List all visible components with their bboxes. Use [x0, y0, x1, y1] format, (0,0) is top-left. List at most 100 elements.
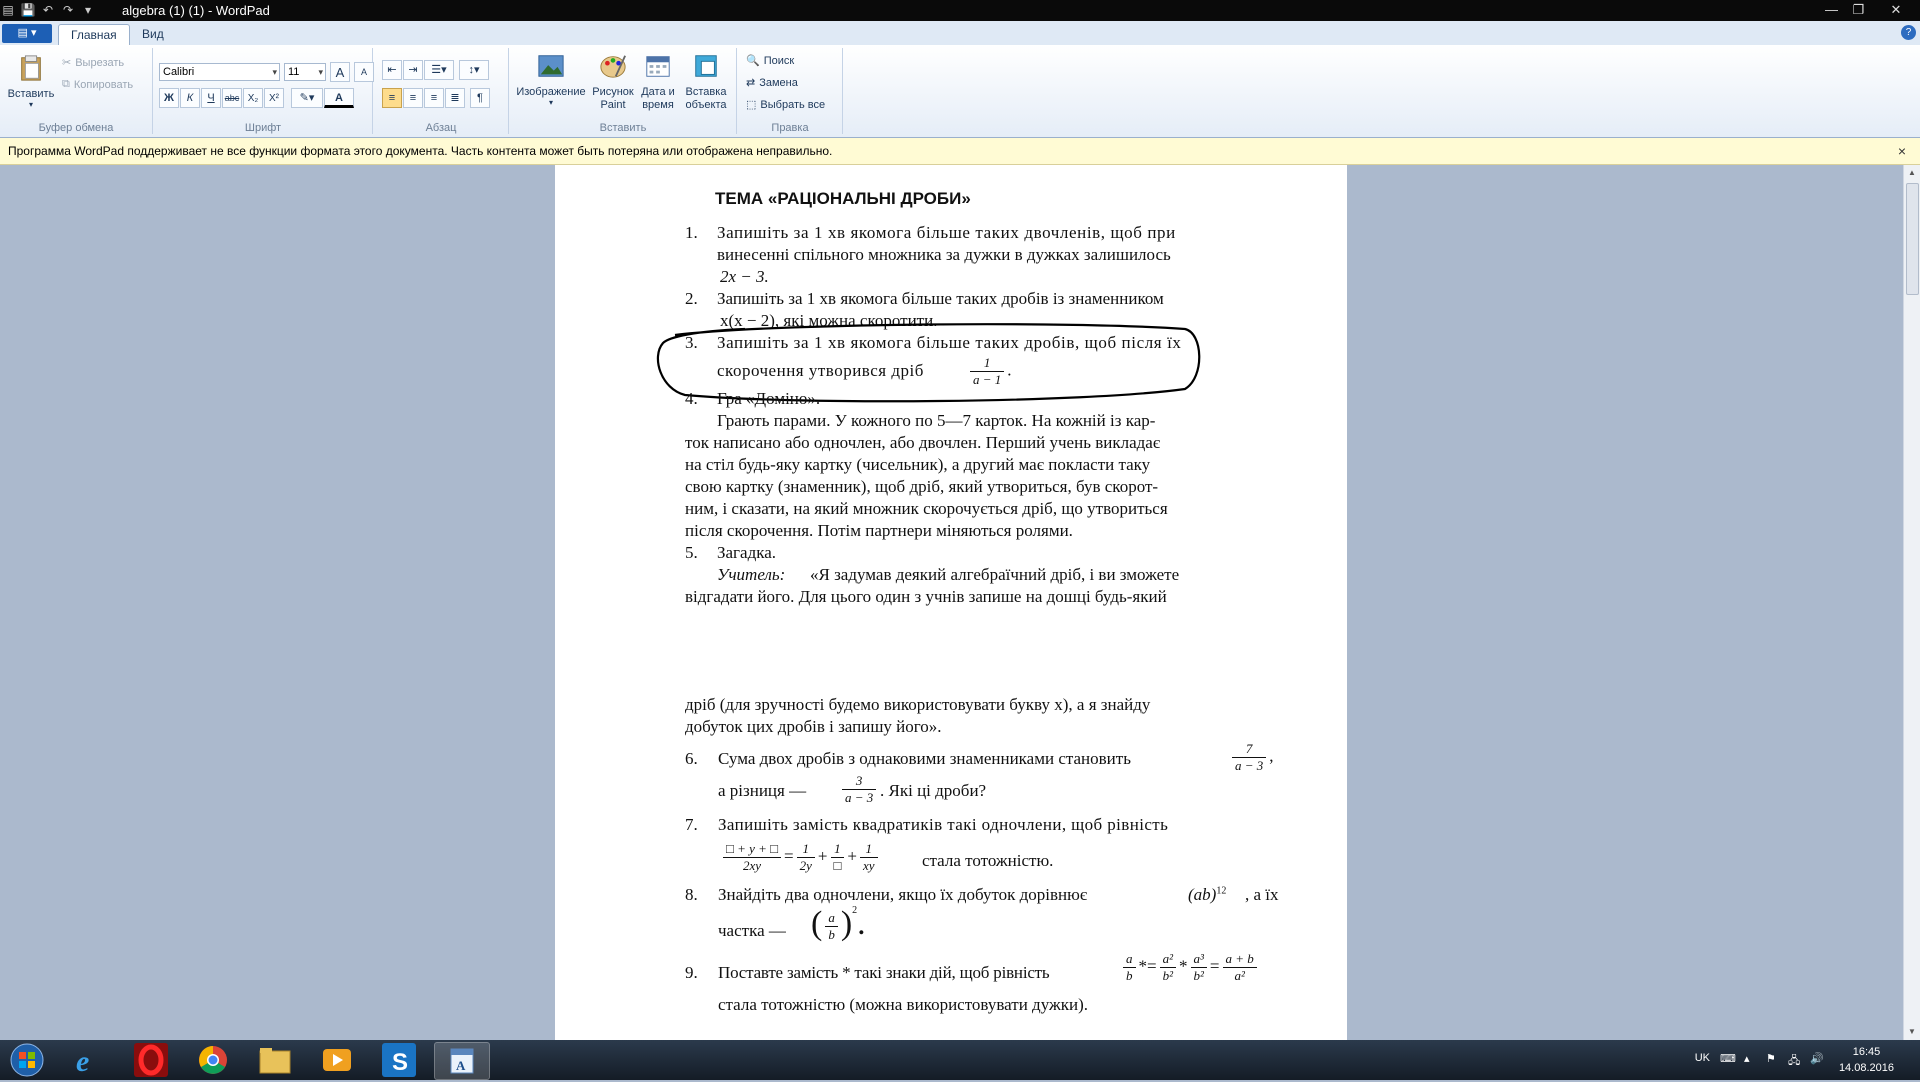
- maximize-button[interactable]: ❐: [1845, 0, 1872, 20]
- file-menu-button[interactable]: ▤ ▾: [2, 24, 52, 43]
- clipboard-group-label: Буфер обмена: [38, 122, 114, 134]
- item-line: винесенні спільного множника за дужки в …: [717, 245, 1171, 264]
- increase-indent-button[interactable]: ⇥: [403, 60, 423, 80]
- internet-explorer-icon: e: [76, 1045, 89, 1078]
- replace-icon: ⇄: [746, 77, 756, 89]
- subscript-button[interactable]: X₂: [243, 88, 263, 108]
- decrease-indent-button[interactable]: ⇤: [382, 60, 402, 80]
- start-button[interactable]: [4, 1041, 50, 1079]
- taskbar-skype[interactable]: S: [372, 1042, 426, 1078]
- justify-button[interactable]: ≣: [445, 88, 465, 108]
- tab-home[interactable]: Главная: [58, 24, 130, 46]
- scroll-up-arrow-icon[interactable]: ▲: [1904, 165, 1920, 181]
- paint-drawing-button[interactable]: Рисунок Paint: [590, 52, 636, 112]
- line-spacing-button[interactable]: ↕▾: [459, 60, 489, 80]
- insert-object-button[interactable]: Вставка объекта: [680, 52, 732, 112]
- find-button[interactable]: 🔍 Поиск: [746, 54, 794, 68]
- fraction-denominator: 2xy: [742, 858, 762, 873]
- strikethrough-button[interactable]: abc: [222, 88, 242, 108]
- fraction-numerator: a: [825, 910, 838, 927]
- vertical-scrollbar[interactable]: ▲ ▼: [1903, 165, 1920, 1040]
- paragraph-settings-button[interactable]: ¶: [470, 88, 490, 108]
- item-line: добуток цих дробів і запишу його».: [685, 717, 942, 736]
- font-size-select[interactable]: 11: [284, 63, 326, 81]
- copy-button[interactable]: ⧉ Копировать: [62, 78, 133, 91]
- language-indicator[interactable]: UK: [1695, 1052, 1710, 1064]
- grow-font-button[interactable]: A: [330, 62, 350, 82]
- superscript-button[interactable]: X²: [264, 88, 284, 108]
- bullets-button[interactable]: ☰▾: [424, 60, 454, 80]
- shrink-font-button[interactable]: A: [354, 62, 374, 82]
- italic-button[interactable]: К: [180, 88, 200, 108]
- scrollbar-thumb[interactable]: [1906, 183, 1919, 295]
- keyboard-icon[interactable]: ⌨: [1720, 1052, 1736, 1066]
- redo-icon[interactable]: ↷: [60, 2, 76, 18]
- fraction-numerator: a²: [1159, 951, 1176, 968]
- customize-quick-access-icon[interactable]: ▾: [80, 2, 96, 18]
- cut-button[interactable]: ✂ Вырезать: [62, 56, 124, 70]
- taskbar-ie[interactable]: e: [62, 1042, 116, 1078]
- copy-label: Копировать: [73, 78, 134, 91]
- network-icon[interactable]: 🖧: [1788, 1052, 1802, 1067]
- align-left-icon: ≡: [388, 92, 396, 104]
- paint-palette-icon: [600, 55, 626, 78]
- scissors-icon: ✂: [62, 57, 72, 69]
- taskbar-opera[interactable]: [124, 1042, 178, 1078]
- close-button[interactable]: ✕: [1872, 0, 1920, 20]
- select-all-button[interactable]: ⬚ Выбрать все: [746, 98, 825, 112]
- document-workspace: ТЕМА «РАЦІОНАЛЬНІ ДРОБИ» 1. Запишіть за …: [0, 165, 1904, 1040]
- select-all-icon: ⬚: [746, 99, 757, 111]
- align-left-button[interactable]: ≡: [382, 88, 402, 108]
- tab-view[interactable]: Вид: [130, 24, 176, 45]
- paste-label: Вставить: [7, 88, 55, 100]
- skype-icon: S: [382, 1043, 416, 1077]
- taskbar-explorer[interactable]: [248, 1042, 302, 1078]
- help-icon[interactable]: ?: [1901, 25, 1916, 40]
- ribbon: Вставить ▾ ✂ Вырезать ⧉ Копировать Буфер о…: [0, 45, 1920, 138]
- document-page[interactable]: ТЕМА «РАЦІОНАЛЬНІ ДРОБИ» 1. Запишіть за …: [555, 165, 1347, 1040]
- date-time-button[interactable]: Дата и время: [638, 52, 678, 112]
- text-color-button[interactable]: A: [324, 88, 354, 108]
- chrome-icon: [199, 1046, 227, 1074]
- item-number: 2.: [685, 289, 698, 308]
- align-center-button[interactable]: ≡: [403, 88, 423, 108]
- scroll-down-arrow-icon[interactable]: ▼: [1904, 1024, 1920, 1040]
- date-time-label: Дата и время: [641, 86, 675, 111]
- fraction-denominator: a²: [1234, 968, 1245, 983]
- item-number: 1.: [685, 223, 698, 242]
- show-hidden-icons-icon[interactable]: ▴: [1744, 1052, 1758, 1066]
- text-color-icon: A: [335, 92, 343, 104]
- taskbar-media-player[interactable]: [310, 1042, 364, 1078]
- font-family-select[interactable]: Calibri: [159, 63, 280, 81]
- power-expression: (ab)12: [1188, 885, 1226, 905]
- item-line: Сума двох дробів з однаковими знаменника…: [718, 749, 1131, 768]
- fraction-denominator: 2y: [799, 858, 812, 873]
- undo-icon[interactable]: ↶: [40, 2, 56, 18]
- underline-button[interactable]: Ч: [201, 88, 221, 108]
- highlight-color-button[interactable]: ✎▾: [291, 88, 323, 108]
- taskbar-chrome[interactable]: [186, 1042, 240, 1078]
- calendar-icon: [646, 56, 670, 77]
- align-right-button[interactable]: ≡: [424, 88, 444, 108]
- replace-button[interactable]: ⇄ Замена: [746, 76, 798, 90]
- svg-text:S: S: [392, 1049, 408, 1076]
- wordpad-icon: A: [450, 1048, 474, 1074]
- minimize-button[interactable]: —: [1818, 0, 1845, 20]
- action-center-flag-icon[interactable]: ⚑: [1766, 1052, 1780, 1066]
- info-bar-close-button[interactable]: ×: [1898, 138, 1906, 164]
- paint-drawing-label: Рисунок Paint: [592, 86, 634, 111]
- item-line: Запишіть за 1 хв якомога більше таких др…: [717, 289, 1164, 308]
- save-icon[interactable]: 💾: [20, 2, 36, 18]
- bold-button[interactable]: Ж: [159, 88, 179, 108]
- insert-group: Изображение ▾ Рисунок Paint Дата и время…: [510, 48, 737, 134]
- volume-icon[interactable]: 🔊: [1810, 1052, 1824, 1066]
- insert-object-label: Вставка объекта: [685, 86, 727, 111]
- wordpad-app-icon[interactable]: ▤: [0, 2, 16, 18]
- item-line: стала тотожністю.: [922, 851, 1054, 870]
- insert-picture-button[interactable]: Изображение ▾: [514, 52, 588, 107]
- fraction-numerator: a: [1123, 951, 1136, 968]
- taskbar-wordpad[interactable]: A: [434, 1042, 490, 1080]
- clock[interactable]: 16:45 14.08.2016: [1839, 1044, 1894, 1076]
- paste-button[interactable]: Вставить ▾: [6, 54, 56, 109]
- equation: a b *= a² b² * a³ b² = a + b a²: [1120, 951, 1260, 984]
